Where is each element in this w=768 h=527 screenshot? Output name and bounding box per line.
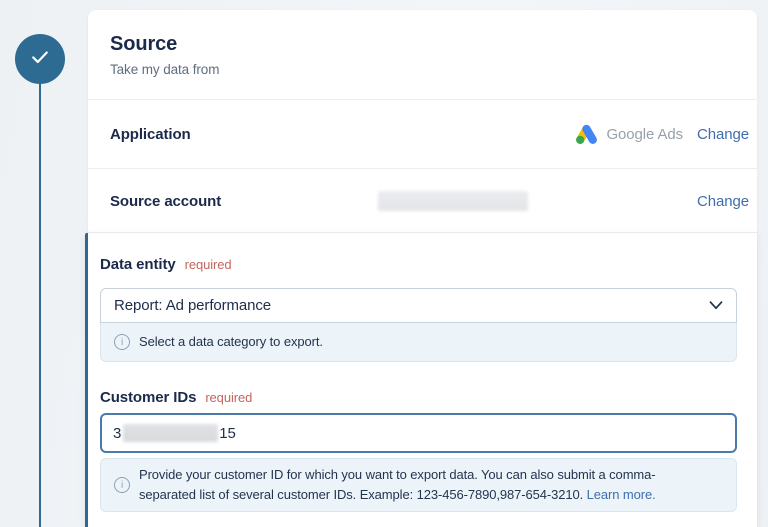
page-title: Source	[110, 33, 178, 55]
application-row: Application Google Ads Change	[88, 99, 757, 168]
customer-ids-label-row: Customer IDs required	[100, 389, 757, 406]
source-settings-section: Data entity required Report: Ad performa…	[85, 233, 757, 527]
data-entity-selected-value: Report: Ad performance	[114, 297, 272, 314]
check-icon	[31, 50, 49, 69]
redacted-customer-id	[123, 424, 219, 442]
data-entity-help-box: i Select a data category to export.	[100, 323, 737, 362]
help-line-1: Provide your customer ID for which you w…	[139, 467, 656, 482]
info-icon: i	[114, 477, 130, 493]
learn-more-link[interactable]: Learn more.	[587, 487, 656, 502]
source-account-label: Source account	[110, 192, 222, 210]
customer-id-value-start: 3	[113, 424, 122, 442]
data-entity-select[interactable]: Report: Ad performance	[100, 288, 737, 323]
customer-ids-required-tag: required	[205, 390, 253, 405]
customer-id-value-end: 15	[219, 424, 236, 442]
customer-ids-input[interactable]: 3 15	[100, 413, 737, 453]
customer-ids-help-text: Provide your customer ID for which you w…	[139, 465, 656, 505]
application-value: Google Ads	[606, 125, 684, 143]
stepper-connector-line	[39, 59, 41, 527]
data-entity-help-text: Select a data category to export.	[139, 334, 323, 349]
info-icon: i	[114, 334, 130, 350]
source-card-header: Source Take my data from	[88, 10, 757, 77]
data-entity-label-row: Data entity required	[100, 256, 757, 273]
redacted-account-value	[378, 191, 528, 211]
change-account-link[interactable]: Change	[697, 193, 749, 210]
page-background: Source Take my data from Application Goo…	[0, 0, 768, 527]
data-entity-required-tag: required	[184, 257, 232, 272]
help-line-2: separated list of several customer IDs. …	[139, 487, 584, 502]
customer-ids-help-box: i Provide your customer ID for which you…	[100, 458, 737, 512]
source-account-row: Source account Change	[88, 168, 757, 233]
data-entity-label: Data entity	[100, 256, 176, 273]
chevron-down-icon	[709, 301, 723, 310]
application-label: Application	[110, 125, 191, 143]
google-ads-icon	[575, 124, 598, 145]
page-subtitle: Take my data from	[110, 62, 220, 77]
step-indicator-completed	[15, 34, 65, 84]
customer-ids-label: Customer IDs	[100, 389, 197, 406]
change-application-link[interactable]: Change	[697, 126, 749, 143]
